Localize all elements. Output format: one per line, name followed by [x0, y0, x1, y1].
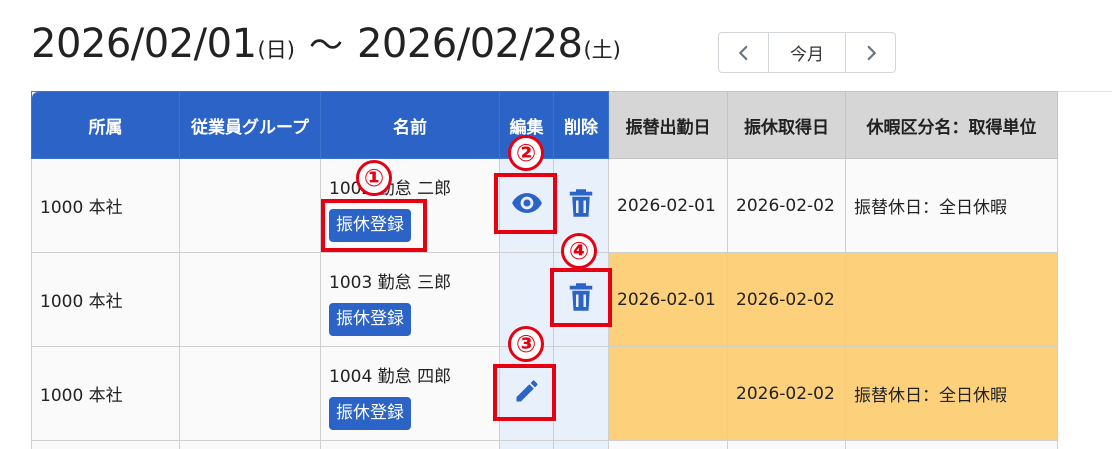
- table-row: 1000 本社 1003 勤怠 三郎 振休登録 2026-02-01 2026-…: [31, 252, 1058, 347]
- employee-name: 1002 勤怠 二郎: [329, 178, 452, 199]
- period-separator: 〜: [308, 26, 343, 66]
- header-delete: 削除: [553, 91, 609, 159]
- cell-leave-type: [845, 440, 1058, 449]
- employee-name: 1004 勤怠 四郎: [329, 366, 452, 387]
- current-month-button[interactable]: 今月: [768, 33, 846, 72]
- header-group: 従業員グループ: [179, 91, 321, 159]
- cell-delete: [553, 440, 609, 449]
- annotation-box-1: [321, 199, 427, 252]
- annotation-box-2: [494, 173, 557, 234]
- header-dept: 所属: [31, 91, 180, 159]
- annotation-marker-1: ①: [356, 160, 392, 196]
- employee-name: 1003 勤怠 三郎: [329, 272, 452, 293]
- annotation-box-4: [550, 268, 612, 327]
- next-month-button[interactable]: [846, 33, 895, 72]
- table-row: [31, 440, 1058, 449]
- cell-name: 1004 勤怠 四郎 振休登録: [320, 346, 500, 441]
- prev-month-button[interactable]: [719, 33, 768, 72]
- chevron-right-icon: [867, 45, 876, 60]
- cell-name: 1003 勤怠 三郎 振休登録: [320, 252, 500, 347]
- annotation-marker-4: ④: [561, 233, 597, 269]
- header-name: 名前: [320, 91, 500, 159]
- cell-dept: 1000 本社: [31, 346, 180, 441]
- cell-leave-type: [845, 252, 1058, 347]
- annotation-box-3: [493, 364, 556, 421]
- trash-icon[interactable]: [568, 188, 594, 218]
- period-end-day: (土): [583, 38, 621, 62]
- cell-dept: [31, 440, 180, 449]
- cell-leave-date: 2026-02-02: [727, 158, 846, 253]
- cell-name: [320, 440, 500, 449]
- table-header-row: 所属 従業員グループ 名前 編集 削除 振替出勤日 振休取得日 休暇区分名：取得…: [31, 91, 1058, 159]
- cell-group: [179, 252, 321, 347]
- register-leave-button[interactable]: 振休登録: [329, 396, 411, 430]
- header-leave-date: 振休取得日: [727, 91, 846, 159]
- cell-work-date: [608, 346, 728, 441]
- annotation-marker-2: ②: [508, 135, 544, 171]
- cell-group: [179, 158, 321, 253]
- cell-leave-date: 2026-02-02: [727, 252, 846, 347]
- cell-edit: [499, 440, 554, 449]
- cell-dept: 1000 本社: [31, 252, 180, 347]
- cell-work-date: 2026-02-01: [608, 158, 728, 253]
- chevron-left-icon: [738, 45, 747, 60]
- header-work-date: 振替出勤日: [608, 91, 728, 159]
- period-start: 2026/02/01: [31, 21, 257, 67]
- annotation-marker-3: ③: [508, 326, 544, 362]
- cell-dept: 1000 本社: [31, 158, 180, 253]
- period-range: 2026/02/01 (日) 〜 2026/02/28 (土): [31, 18, 621, 74]
- cell-leave-date: 2026-02-02: [727, 346, 846, 441]
- cell-group: [179, 440, 321, 449]
- period-start-day: (日): [257, 38, 295, 62]
- cell-leave-date: [727, 440, 846, 449]
- cell-leave-type: 振替休日：全日休暇: [845, 158, 1058, 253]
- cell-work-date: [608, 440, 728, 449]
- header-leave-type: 休暇区分名：取得単位: [845, 91, 1058, 159]
- register-leave-button[interactable]: 振休登録: [329, 302, 411, 336]
- month-navigation: 今月: [718, 32, 896, 73]
- cell-leave-type: 振替休日：全日休暇: [845, 346, 1058, 441]
- cell-group: [179, 346, 321, 441]
- cell-work-date: 2026-02-01: [608, 252, 728, 347]
- period-end: 2026/02/28: [356, 21, 583, 67]
- cell-delete: [553, 346, 609, 441]
